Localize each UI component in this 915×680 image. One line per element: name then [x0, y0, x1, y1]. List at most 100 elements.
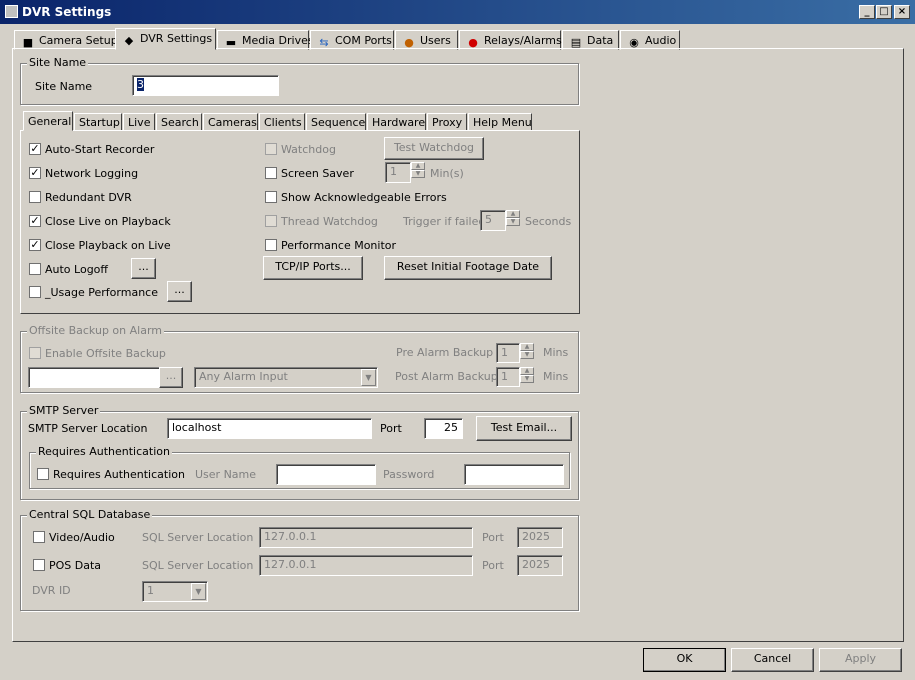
site-name-input[interactable]: 3 — [132, 75, 279, 96]
requires-auth-checkbox[interactable] — [37, 468, 49, 480]
maximize-button[interactable]: □ — [876, 5, 892, 19]
watchdog-label: Watchdog — [281, 143, 336, 156]
screen-saver-label: Screen Saver — [281, 167, 354, 180]
subtab-proxy[interactable]: Proxy — [427, 113, 467, 131]
close-button[interactable]: × — [894, 5, 910, 19]
subtab-hardware[interactable]: Hardware — [367, 113, 426, 131]
screen-saver-checkbox[interactable] — [265, 167, 277, 179]
screen-saver-minutes-input[interactable]: 1 — [385, 162, 411, 183]
window-title: DVR Settings — [22, 5, 112, 19]
show-ack-errors-checkbox[interactable] — [265, 191, 277, 203]
trigger-label: Trigger if failed — [403, 215, 486, 228]
auth-group-label: Requires Authentication — [36, 445, 172, 458]
subtab-sequence[interactable]: Sequence — [306, 113, 366, 131]
offsite-backup-group-label: Offsite Backup on Alarm — [27, 324, 164, 337]
chevron-down-icon[interactable]: ▼ — [361, 369, 376, 386]
usage-performance-button[interactable]: ... — [167, 281, 192, 302]
apply-button[interactable]: Apply — [819, 648, 902, 672]
ok-button[interactable]: OK — [643, 648, 726, 672]
site-name-group-label: Site Name — [27, 56, 89, 69]
subtab-live[interactable]: Live — [123, 113, 155, 131]
site-name-group: Site Name — [20, 56, 579, 105]
pos-sql-port-input[interactable]: 2025 — [517, 555, 563, 576]
screen-saver-spinner[interactable]: ▲ ▼ — [411, 162, 425, 178]
pre-alarm-spinner[interactable]: ▲ ▼ — [520, 343, 534, 359]
subtab-clients[interactable]: Clients — [259, 113, 305, 131]
auto-start-label: Auto-Start Recorder — [45, 143, 155, 156]
close-playback-label: Close Playback on Live — [45, 239, 171, 252]
auto-logoff-label: Auto Logoff — [45, 263, 108, 276]
dvr-icon: ◆ — [124, 34, 134, 47]
smtp-port-label: Port — [380, 422, 402, 435]
show-ack-errors-label: Show Acknowledgeable Errors — [281, 191, 447, 204]
pos-data-checkbox[interactable] — [33, 559, 45, 571]
pos-data-label: POS Data — [49, 559, 102, 572]
alarm-input-select[interactable]: Any Alarm Input ▼ — [194, 367, 378, 388]
subtab-general[interactable]: General — [23, 111, 73, 131]
redundant-dvr-label: Redundant DVR — [45, 191, 132, 204]
pre-alarm-label: Pre Alarm Backup — [396, 346, 494, 359]
cancel-button[interactable]: Cancel — [731, 648, 814, 672]
redundant-dvr-checkbox[interactable] — [29, 191, 41, 203]
video-sql-location-input[interactable]: 127.0.0.1 — [259, 527, 473, 548]
tcpip-ports-button[interactable]: TCP/IP Ports... — [263, 256, 363, 280]
tab-data[interactable]: ▤ Data — [562, 30, 619, 50]
pos-sql-location-label: SQL Server Location — [142, 559, 254, 572]
thread-watchdog-label: Thread Watchdog — [281, 215, 378, 228]
close-live-label: Close Live on Playback — [45, 215, 171, 228]
thread-watchdog-checkbox[interactable] — [265, 215, 277, 227]
pos-sql-location-input[interactable]: 127.0.0.1 — [259, 555, 473, 576]
usage-performance-checkbox[interactable] — [29, 286, 41, 298]
performance-monitor-label: Performance Monitor — [281, 239, 397, 252]
video-sql-port-label: Port — [482, 531, 504, 544]
chevron-down-icon[interactable]: ▼ — [191, 583, 206, 600]
pre-alarm-input[interactable]: 1 — [496, 343, 520, 363]
watchdog-checkbox[interactable] — [265, 143, 277, 155]
user-name-label: User Name — [195, 468, 257, 481]
offsite-browse-button[interactable]: ... — [159, 367, 183, 388]
video-audio-checkbox[interactable] — [33, 531, 45, 543]
reset-footage-date-button[interactable]: Reset Initial Footage Date — [384, 256, 552, 280]
tab-relays-alarms[interactable]: ● Relays/Alarms — [459, 30, 562, 50]
network-logging-checkbox[interactable]: ✓ — [29, 167, 41, 179]
password-input[interactable] — [464, 464, 564, 485]
tab-media-drives[interactable]: ▬ Media Drives — [217, 30, 314, 50]
sql-group-label: Central SQL Database — [27, 508, 153, 521]
tab-camera-setup[interactable]: ■ Camera Setup — [14, 30, 118, 50]
video-sql-port-input[interactable]: 2025 — [517, 527, 563, 548]
tab-users[interactable]: ● Users — [395, 30, 458, 50]
close-live-checkbox[interactable]: ✓ — [29, 215, 41, 227]
subtab-startup[interactable]: Startup — [74, 113, 122, 131]
auto-logoff-checkbox[interactable] — [29, 263, 41, 275]
subtab-help-menu[interactable]: Help Menu — [468, 113, 532, 131]
subtab-search[interactable]: Search — [156, 113, 202, 131]
trigger-spinner[interactable]: ▲ ▼ — [506, 210, 520, 226]
post-alarm-spinner[interactable]: ▲ ▼ — [520, 367, 534, 383]
trigger-seconds-input[interactable]: 5 — [480, 210, 506, 231]
test-watchdog-button[interactable]: Test Watchdog — [384, 137, 484, 160]
auto-logoff-button[interactable]: ... — [131, 258, 156, 279]
dvr-id-select[interactable]: 1 ▼ — [142, 581, 208, 602]
tab-com-ports[interactable]: ⇆ COM Ports — [310, 30, 394, 50]
performance-monitor-checkbox[interactable] — [265, 239, 277, 251]
offsite-path-input[interactable] — [28, 367, 160, 388]
auto-start-checkbox[interactable]: ✓ — [29, 143, 41, 155]
smtp-group-label: SMTP Server — [27, 404, 101, 417]
smtp-port-input[interactable]: 25 — [424, 418, 463, 439]
post-alarm-input[interactable]: 1 — [496, 367, 520, 387]
tab-dvr-settings[interactable]: ◆ DVR Settings — [115, 28, 216, 50]
screen-saver-unit: Min(s) — [430, 167, 464, 180]
video-sql-location-label: SQL Server Location — [142, 531, 254, 544]
user-name-input[interactable] — [276, 464, 376, 485]
smtp-location-input[interactable]: localhost — [167, 418, 372, 439]
title-bar[interactable]: DVR Settings _ □ × — [0, 0, 915, 24]
tab-audio[interactable]: ◉ Audio — [620, 30, 680, 50]
app-icon — [5, 5, 18, 18]
subtab-cameras[interactable]: Cameras — [203, 113, 258, 131]
close-playback-checkbox[interactable]: ✓ — [29, 239, 41, 251]
network-logging-label: Network Logging — [45, 167, 139, 180]
minimize-button[interactable]: _ — [859, 5, 875, 19]
test-email-button[interactable]: Test Email... — [476, 416, 572, 441]
pre-alarm-unit: Mins — [543, 346, 569, 359]
enable-offsite-checkbox[interactable] — [29, 347, 41, 359]
